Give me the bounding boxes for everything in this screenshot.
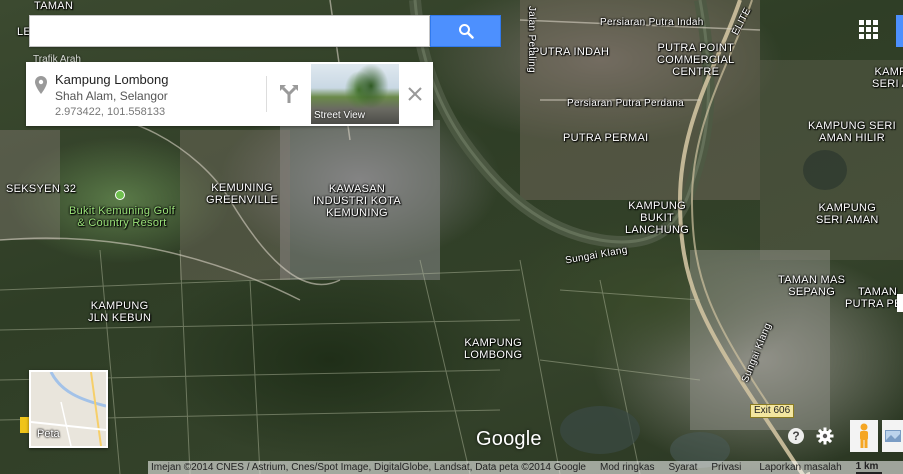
settings-button[interactable] (814, 425, 836, 447)
imagery-icon (884, 430, 901, 442)
report-problem-link[interactable]: Laporkan masalah (759, 462, 841, 473)
help-icon: ? (788, 428, 804, 444)
exit-sign: Exit 606 (750, 404, 795, 418)
map-label: KEMUNING GREENVILLE (206, 182, 279, 206)
directions-icon (280, 85, 298, 103)
google-logo: Google (476, 428, 542, 450)
imagery-button[interactable] (882, 420, 903, 452)
map-marker[interactable] (20, 417, 29, 433)
map-label: Persiaran Putra Perdana (567, 98, 684, 109)
map-label: KAMPUNG LOMBONG (464, 337, 523, 361)
golf-marker-icon[interactable] (115, 190, 125, 200)
place-title: Kampung Lombong (55, 72, 169, 87)
streetview-thumbnail[interactable]: Street View (311, 64, 399, 124)
map-label: TAMAN (34, 0, 74, 12)
pegman-icon (860, 423, 868, 448)
search-icon (458, 24, 474, 39)
map-label: Persiaran Putra Indah (600, 17, 704, 28)
shortcuts-link[interactable]: Mod ringkas (600, 462, 654, 473)
place-coordinates: 2.973422, 101.558133 (55, 106, 166, 118)
edge-control[interactable] (897, 294, 903, 312)
map-label: PUTRA INDAH (532, 46, 610, 58)
footer-bar: Imejan ©2014 CNES / Astrium, Cnes/Spot I… (148, 461, 903, 474)
apps-grid-icon[interactable] (857, 18, 879, 40)
map-label: KAMPUNG BUKIT LANCHUNG (625, 200, 690, 236)
map-label: KAWASAN INDUSTRI KOTA KEMUNING (313, 183, 402, 219)
search-box (29, 15, 501, 47)
close-button[interactable] (405, 84, 425, 104)
place-subtitle: Shah Alam, Selangor (55, 89, 168, 103)
map-label: KAMP SERI A (872, 66, 903, 90)
map-label: SEKSYEN 32 (6, 183, 77, 195)
card-divider (266, 76, 267, 112)
directions-button[interactable] (275, 80, 303, 108)
svg-text:?: ? (792, 429, 799, 443)
search-input[interactable] (29, 15, 430, 47)
minimap-label: Peta (37, 428, 60, 440)
golf-course-label: Bukit Kemuning Golf & Country Resort (69, 205, 175, 229)
map-label: KAMPUNG SERI AMAN (816, 202, 879, 226)
gear-icon (816, 427, 834, 445)
pegman-button[interactable] (850, 420, 878, 452)
sign-in-button[interactable] (896, 15, 903, 47)
location-pin-icon (35, 76, 47, 94)
map-label: KAMPUNG SERI AMAN HILIR (808, 120, 896, 144)
streetview-label: Street View (314, 110, 365, 121)
privacy-link[interactable]: Privasi (711, 462, 741, 473)
terms-link[interactable]: Syarat (668, 462, 697, 473)
close-icon (408, 87, 422, 101)
search-button[interactable] (430, 15, 501, 47)
map-view-toggle[interactable]: Peta (29, 370, 108, 448)
map-label: TAMAN PUTRA PER (845, 286, 903, 310)
map-label: PUTRA POINT COMMERCIAL CENTRE (657, 42, 735, 78)
road-label: Jalan Petaling (526, 6, 537, 74)
attribution-text: Imejan ©2014 CNES / Astrium, Cnes/Spot I… (151, 462, 586, 473)
place-card: Kampung Lombong Shah Alam, Selangor 2.97… (26, 62, 433, 126)
map-label: KAMPUNG JLN KEBUN (88, 300, 152, 324)
scale-bar[interactable]: 1 km (855, 461, 883, 474)
map-label: PUTRA PERMAI (563, 132, 649, 144)
map-label: TAMAN MAS SEPANG (778, 274, 846, 298)
help-button[interactable]: ? (786, 426, 806, 446)
